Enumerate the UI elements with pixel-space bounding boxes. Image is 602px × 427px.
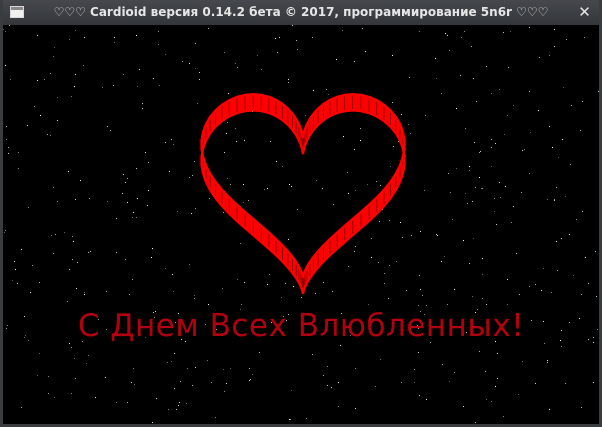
- close-button[interactable]: ✕: [576, 4, 593, 21]
- greeting-text: С Днем Всех Влюбленных!: [77, 308, 525, 344]
- heart-ribbon: [200, 93, 406, 294]
- app-window: ♡♡♡ Cardioid версия 0.14.2 бета © 2017, …: [0, 0, 602, 427]
- window-title: ♡♡♡ Cardioid версия 0.14.2 бета © 2017, …: [53, 5, 549, 19]
- title-bar[interactable]: ♡♡♡ Cardioid версия 0.14.2 бета © 2017, …: [3, 0, 599, 25]
- window-icon[interactable]: [10, 6, 24, 18]
- render-canvas: С Днем Всех Влюбленных!: [3, 25, 599, 424]
